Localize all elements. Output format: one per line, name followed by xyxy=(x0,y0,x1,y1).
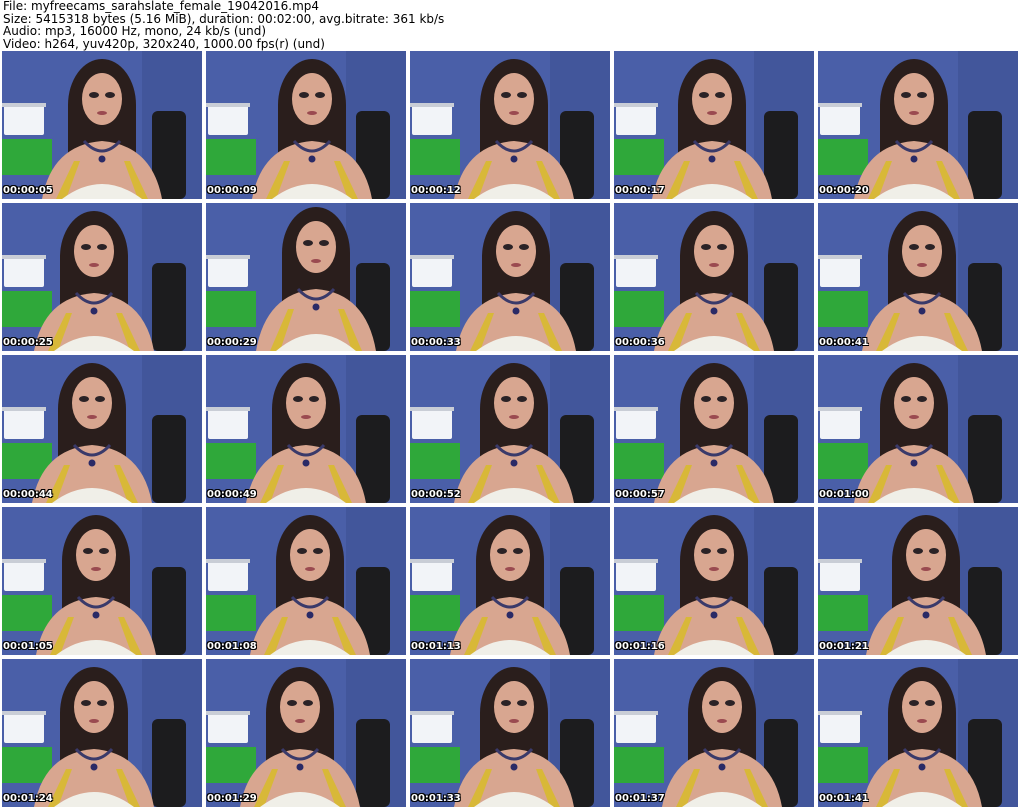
frame-scene xyxy=(818,355,1018,503)
frame-scene xyxy=(206,659,406,807)
video-frame-thumbnail: 00:01:33 xyxy=(410,659,610,807)
frame-timestamp: 00:01:37 xyxy=(615,793,665,804)
video-frame-thumbnail: 00:01:29 xyxy=(206,659,406,807)
video-frame-thumbnail: 00:01:05 xyxy=(2,507,202,655)
frame-scene xyxy=(410,51,610,199)
frame-scene xyxy=(206,51,406,199)
frame-scene xyxy=(614,51,814,199)
frame-timestamp: 00:01:16 xyxy=(615,641,665,652)
video-frame-thumbnail: 00:00:44 xyxy=(2,355,202,503)
frame-timestamp: 00:00:33 xyxy=(411,337,461,348)
frame-timestamp: 00:01:33 xyxy=(411,793,461,804)
frame-timestamp: 00:00:17 xyxy=(615,185,665,196)
frame-scene xyxy=(818,507,1018,655)
frame-scene xyxy=(2,355,202,503)
video-frame-thumbnail: 00:00:12 xyxy=(410,51,610,199)
frame-scene xyxy=(206,355,406,503)
thumbnail-grid: 00:00:05 00:00:09 00:00:12 00:00:17 00:0… xyxy=(2,51,1022,811)
frame-timestamp: 00:01:00 xyxy=(819,489,869,500)
video-frame-thumbnail: 00:01:08 xyxy=(206,507,406,655)
frame-timestamp: 00:01:13 xyxy=(411,641,461,652)
frame-scene xyxy=(2,659,202,807)
frame-scene xyxy=(2,507,202,655)
frame-scene xyxy=(614,355,814,503)
video-frame-thumbnail: 00:00:20 xyxy=(818,51,1018,199)
frame-scene xyxy=(410,507,610,655)
frame-scene xyxy=(818,203,1018,351)
frame-timestamp: 00:01:05 xyxy=(3,641,53,652)
file-info-header: File: myfreecams_sarahslate_female_19042… xyxy=(3,0,1021,50)
frame-timestamp: 00:00:49 xyxy=(207,489,257,500)
video-frame-thumbnail: 00:00:49 xyxy=(206,355,406,503)
frame-timestamp: 00:00:29 xyxy=(207,337,257,348)
frame-timestamp: 00:01:29 xyxy=(207,793,257,804)
file-name-line: File: myfreecams_sarahslate_female_19042… xyxy=(3,0,320,13)
frame-timestamp: 00:00:44 xyxy=(3,489,53,500)
frame-timestamp: 00:00:09 xyxy=(207,185,257,196)
frame-scene xyxy=(614,659,814,807)
frame-timestamp: 00:01:41 xyxy=(819,793,869,804)
frame-scene xyxy=(614,203,814,351)
video-frame-thumbnail: 00:00:33 xyxy=(410,203,610,351)
video-frame-thumbnail: 00:00:57 xyxy=(614,355,814,503)
video-frame-thumbnail: 00:00:05 xyxy=(2,51,202,199)
frame-timestamp: 00:00:12 xyxy=(411,185,461,196)
frame-timestamp: 00:01:21 xyxy=(819,641,869,652)
video-frame-thumbnail: 00:00:09 xyxy=(206,51,406,199)
frame-scene xyxy=(818,51,1018,199)
video-frame-thumbnail: 00:01:13 xyxy=(410,507,610,655)
frame-scene xyxy=(410,355,610,503)
frame-scene xyxy=(206,203,406,351)
frame-timestamp: 00:00:52 xyxy=(411,489,461,500)
frame-timestamp: 00:00:05 xyxy=(3,185,53,196)
video-frame-thumbnail: 00:00:36 xyxy=(614,203,814,351)
video-frame-thumbnail: 00:01:21 xyxy=(818,507,1018,655)
video-frame-thumbnail: 00:00:17 xyxy=(614,51,814,199)
video-frame-thumbnail: 00:00:41 xyxy=(818,203,1018,351)
video-frame-thumbnail: 00:01:24 xyxy=(2,659,202,807)
video-frame-thumbnail: 00:01:00 xyxy=(818,355,1018,503)
frame-timestamp: 00:00:25 xyxy=(3,337,53,348)
video-frame-thumbnail: 00:00:29 xyxy=(206,203,406,351)
frame-scene xyxy=(410,659,610,807)
frame-timestamp: 00:01:08 xyxy=(207,641,257,652)
frame-timestamp: 00:00:41 xyxy=(819,337,869,348)
audio-info-line: Audio: mp3, 16000 Hz, mono, 24 kb/s (und… xyxy=(3,24,267,38)
video-frame-thumbnail: 00:00:25 xyxy=(2,203,202,351)
video-frame-thumbnail: 00:00:52 xyxy=(410,355,610,503)
video-frame-thumbnail: 00:01:37 xyxy=(614,659,814,807)
video-info-line: Video: h264, yuv420p, 320x240, 1000.00 f… xyxy=(3,36,325,51)
frame-timestamp: 00:00:36 xyxy=(615,337,665,348)
frame-scene xyxy=(2,51,202,199)
frame-scene xyxy=(410,203,610,351)
frame-timestamp: 00:00:57 xyxy=(615,489,665,500)
frame-scene xyxy=(206,507,406,655)
video-frame-thumbnail: 00:01:41 xyxy=(818,659,1018,807)
frame-timestamp: 00:01:24 xyxy=(3,793,53,804)
frame-scene xyxy=(818,659,1018,807)
frame-timestamp: 00:00:20 xyxy=(819,185,869,196)
frame-scene xyxy=(614,507,814,655)
frame-scene xyxy=(2,203,202,351)
video-frame-thumbnail: 00:01:16 xyxy=(614,507,814,655)
